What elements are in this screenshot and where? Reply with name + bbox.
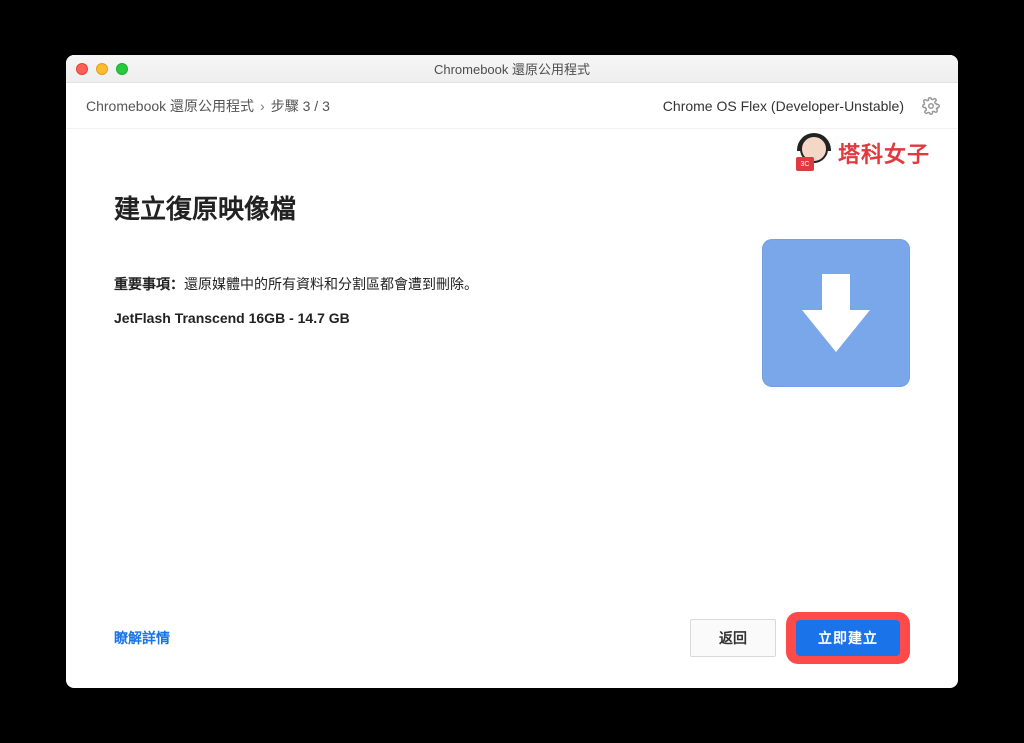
- download-tile: [762, 239, 910, 387]
- header-right: Chrome OS Flex (Developer-Unstable): [663, 97, 940, 115]
- back-button[interactable]: 返回: [690, 619, 776, 657]
- create-button[interactable]: 立即建立: [796, 620, 900, 656]
- app-window: Chromebook 還原公用程式 Chromebook 還原公用程式 › 步驟…: [66, 55, 958, 688]
- titlebar: Chromebook 還原公用程式: [66, 55, 958, 83]
- page-title: 建立復原映像檔: [114, 189, 910, 226]
- watermark-text: 塔科女子: [838, 137, 930, 169]
- model-label: Chrome OS Flex (Developer-Unstable): [663, 98, 904, 114]
- create-button-highlight: 立即建立: [786, 612, 910, 664]
- header: Chromebook 還原公用程式 › 步驟 3 / 3 Chrome OS F…: [66, 83, 958, 129]
- important-prefix: 重要事項：: [114, 276, 184, 292]
- learn-more-link[interactable]: 瞭解詳情: [114, 628, 170, 648]
- footer-buttons: 返回 立即建立: [690, 612, 910, 664]
- breadcrumb: Chromebook 還原公用程式 › 步驟 3 / 3: [86, 96, 330, 116]
- footer: 瞭解詳情 返回 立即建立: [114, 612, 910, 664]
- breadcrumb-app: Chromebook 還原公用程式: [86, 96, 254, 116]
- breadcrumb-separator: ›: [260, 98, 265, 114]
- watermark-avatar-icon: 3C: [796, 135, 832, 171]
- window-title: Chromebook 還原公用程式: [66, 59, 958, 78]
- download-arrow-icon: [798, 270, 874, 356]
- watermark: 3C 塔科女子: [796, 135, 930, 171]
- breadcrumb-step: 步驟 3 / 3: [271, 96, 330, 116]
- content: 3C 塔科女子 建立復原映像檔 重要事項：還原媒體中的所有資料和分割區都會遭到刪…: [66, 129, 958, 688]
- watermark-badge: 3C: [796, 157, 814, 171]
- gear-icon[interactable]: [922, 97, 940, 115]
- important-text: 還原媒體中的所有資料和分割區都會遭到刪除。: [184, 276, 478, 292]
